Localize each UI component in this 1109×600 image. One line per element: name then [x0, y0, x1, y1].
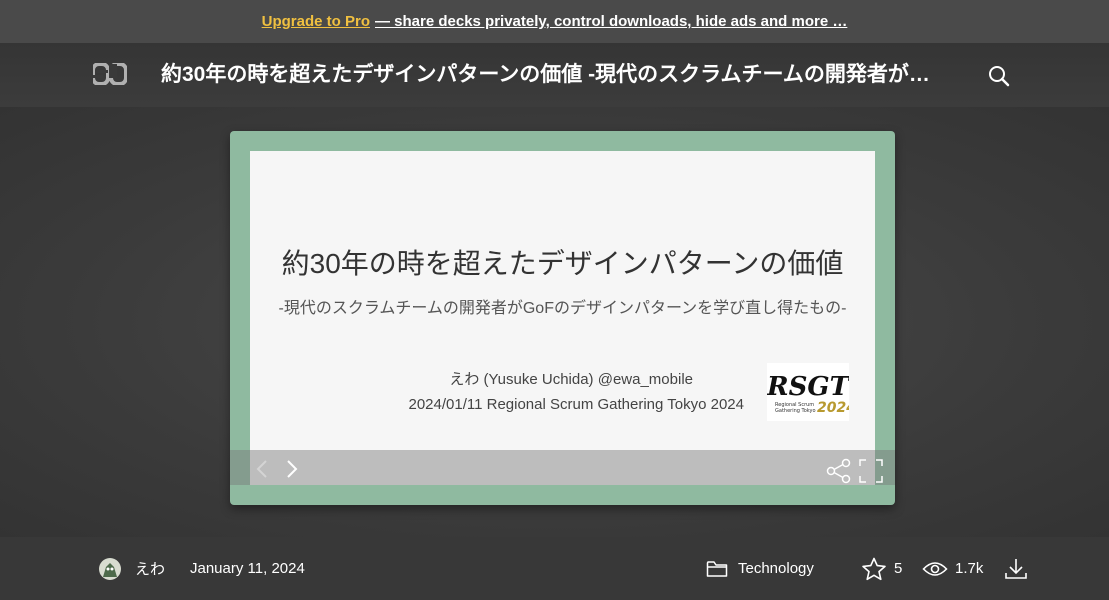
views-eye-icon	[922, 537, 948, 600]
author-avatar[interactable]	[98, 537, 122, 600]
previous-slide-icon[interactable]	[252, 458, 272, 480]
upgrade-details-link[interactable]: — share decks privately, control downloa…	[375, 13, 847, 30]
speakerdeck-logo-icon[interactable]	[91, 62, 128, 86]
fullscreen-icon[interactable]	[858, 458, 884, 484]
search-icon[interactable]	[986, 63, 1012, 89]
deck-title: 約30年の時を超えたデザインパターンの価値 -現代のスクラムチームの開発者がGo…	[161, 63, 941, 86]
star-count: 5	[894, 560, 903, 577]
rsgt-logo-year: 2024	[817, 400, 849, 416]
header: 約30年の時を超えたデザインパターンの価値 -現代のスクラムチームの開発者がGo…	[0, 43, 1109, 107]
folder-icon	[706, 537, 728, 600]
deck-meta-bar: えわ January 11, 2024 Technology 5 1.7k	[0, 537, 1109, 600]
slide-controls-bar	[230, 450, 895, 485]
slide-title: 約30年の時を超えたデザインパターンの価値	[281, 248, 844, 279]
promo-bar: Upgrade to Pro — share decks privately, …	[0, 0, 1109, 43]
slide-stage: 約30年の時を超えたデザインパターンの価値 -現代のスクラムチームの開発者がGo…	[0, 107, 1109, 537]
slide-event: 2024/01/11 Regional Scrum Gathering Toky…	[408, 396, 744, 413]
share-icon[interactable]	[825, 458, 853, 484]
view-count: 1.7k	[955, 560, 984, 577]
rsgt-logo: RSGT Regional Scrum Gathering Tokyo 2024	[766, 363, 856, 421]
star-icon[interactable]	[861, 537, 887, 600]
rsgt-logo-line2: Gathering Tokyo	[775, 408, 816, 414]
slide-author: えわ (Yusuke Uchida) @ewa_mobile	[449, 371, 693, 388]
slide-viewer[interactable]: 約30年の時を超えたデザインパターンの価値 -現代のスクラムチームの開発者がGo…	[230, 131, 895, 505]
download-icon[interactable]	[1004, 537, 1028, 600]
category-link[interactable]: Technology	[738, 537, 814, 600]
author-name-link[interactable]: えわ	[135, 537, 165, 600]
next-slide-icon[interactable]	[282, 458, 302, 480]
slide-subtitle: -現代のスクラムチームの開発者がGoFのデザインパターンを学び直し得たもの-	[278, 300, 847, 317]
upgrade-pro-link[interactable]: Upgrade to Pro	[262, 13, 370, 30]
publish-date: January 11, 2024	[190, 560, 305, 577]
rsgt-logo-main: RSGT	[767, 372, 849, 402]
slide: 約30年の時を超えたデザインパターンの価値 -現代のスクラムチームの開発者がGo…	[250, 151, 875, 485]
